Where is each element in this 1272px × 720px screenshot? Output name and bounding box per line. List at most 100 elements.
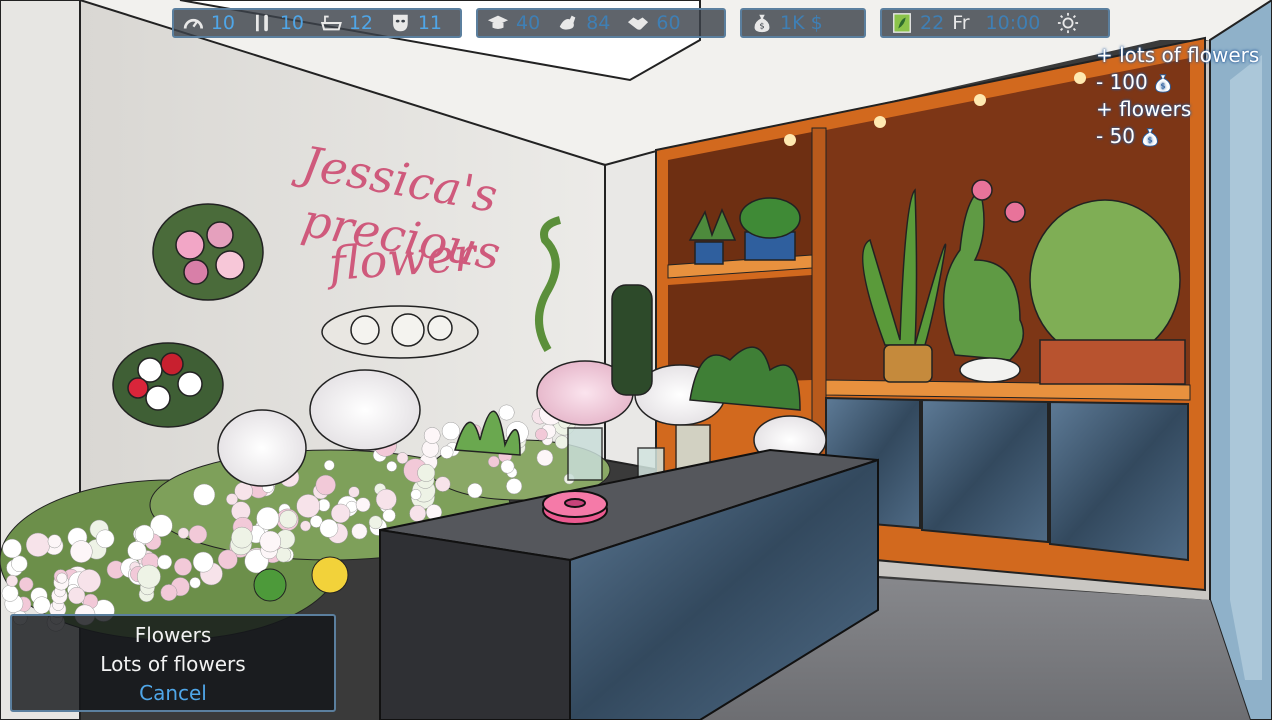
flower-bloom bbox=[319, 518, 339, 538]
flower-bloom bbox=[500, 459, 515, 474]
flower-bloom bbox=[127, 541, 147, 561]
education-value: 40 bbox=[516, 12, 541, 34]
flower-bloom bbox=[47, 534, 62, 549]
flower-bloom bbox=[275, 546, 292, 563]
flower-bloom bbox=[498, 404, 515, 421]
flower-bloom bbox=[348, 486, 360, 498]
flower-bloom bbox=[1, 584, 19, 602]
flower-bloom bbox=[487, 455, 500, 468]
flower-bloom bbox=[2, 538, 22, 559]
calendar-bar: 22 Fr 10:00 bbox=[880, 8, 1110, 38]
flower-bloom bbox=[56, 572, 68, 584]
flower-bloom bbox=[375, 488, 397, 510]
notification-text: + lots of flowers bbox=[1096, 43, 1260, 67]
money-value: 1K $ bbox=[780, 12, 823, 34]
flower-bloom bbox=[174, 557, 192, 576]
hygiene-value: 12 bbox=[348, 12, 373, 34]
flower-bloom bbox=[95, 529, 115, 549]
flower-shop-scene: Jessica's precious flower bbox=[0, 0, 1272, 720]
flower-bloom bbox=[134, 524, 155, 545]
flower-bloom bbox=[137, 564, 161, 589]
choice-flowers[interactable]: Flowers bbox=[12, 621, 334, 650]
flower-bloom bbox=[279, 510, 298, 529]
choice-menu: Flowers Lots of flowers Cancel bbox=[10, 614, 336, 712]
flower-bloom bbox=[417, 463, 436, 482]
svg-text:$: $ bbox=[759, 21, 764, 31]
money-bag-icon: $ bbox=[754, 14, 770, 33]
flower-bloom bbox=[177, 527, 190, 539]
flower-bloom bbox=[189, 577, 201, 589]
flower-bloom bbox=[33, 596, 51, 614]
svg-text:$: $ bbox=[1160, 80, 1165, 90]
flower-bloom bbox=[396, 452, 409, 464]
flower-bloom bbox=[68, 587, 86, 605]
flower-bloom bbox=[409, 505, 427, 522]
shop-sign-line-3: flower bbox=[324, 227, 480, 292]
mood-value: 11 bbox=[417, 12, 442, 34]
flower-bloom bbox=[70, 540, 93, 563]
money-bag-icon: $ bbox=[1154, 73, 1171, 93]
flower-bloom bbox=[441, 422, 460, 441]
bathtub-icon bbox=[320, 15, 342, 31]
notification-text: + flowers bbox=[1096, 97, 1192, 121]
flower-bloom bbox=[382, 508, 396, 523]
theater-mask-icon bbox=[393, 14, 408, 32]
flower-bloom bbox=[555, 435, 569, 450]
food-value: 10 bbox=[279, 12, 304, 34]
flower-bloom bbox=[192, 551, 214, 573]
flexed-arm-icon bbox=[559, 15, 576, 30]
money-bar: $ 1K $ bbox=[740, 8, 866, 38]
clock-time: 10:00 bbox=[985, 12, 1041, 34]
calendar-leaf-icon bbox=[893, 13, 911, 33]
flower-bloom bbox=[435, 476, 451, 492]
svg-text:$: $ bbox=[1147, 134, 1152, 144]
choice-lots-of-flowers[interactable]: Lots of flowers bbox=[12, 650, 334, 679]
flower-bloom bbox=[193, 483, 216, 506]
flower-bloom bbox=[157, 554, 173, 570]
sun-icon bbox=[1058, 12, 1079, 34]
flower-bloom bbox=[231, 526, 253, 549]
flower-bloom bbox=[536, 449, 554, 467]
notification-log: + lots of flowers - 100 $ + flowers - 50… bbox=[1096, 42, 1259, 150]
flower-bloom bbox=[188, 525, 208, 544]
cancel-button[interactable]: Cancel bbox=[12, 679, 334, 708]
flower-bloom bbox=[18, 577, 34, 592]
flower-bloom bbox=[386, 461, 398, 472]
flower-bloom bbox=[440, 445, 454, 459]
skills-bar: 40 84 60 bbox=[476, 8, 726, 38]
notification-text: - 50 bbox=[1096, 124, 1136, 148]
flower-bloom bbox=[300, 520, 311, 532]
notification-item: + flowers bbox=[1096, 96, 1259, 123]
needs-bar: 10 10 12 11 bbox=[172, 8, 462, 38]
flower-bloom bbox=[410, 489, 422, 500]
calendar-day: 22 bbox=[920, 12, 945, 34]
flower-bloom bbox=[6, 574, 19, 587]
notification-text: - 100 bbox=[1096, 70, 1148, 94]
flower-bloom bbox=[296, 494, 321, 518]
flower-bloom bbox=[160, 584, 178, 602]
money-bag-icon: $ bbox=[1142, 127, 1158, 147]
notification-item: + lots of flowers bbox=[1096, 42, 1259, 69]
flower-bloom bbox=[467, 482, 483, 499]
flower-bloom bbox=[259, 530, 282, 553]
flower-bloom bbox=[330, 503, 351, 524]
graduation-cap-icon bbox=[487, 15, 509, 29]
fitness-value: 84 bbox=[586, 12, 611, 34]
social-value: 60 bbox=[656, 12, 681, 34]
flower-bloom bbox=[11, 555, 28, 573]
notification-item: - 50 $ bbox=[1096, 123, 1259, 150]
energy-gauge-icon bbox=[183, 18, 204, 29]
energy-value: 10 bbox=[210, 12, 235, 34]
flower-bloom bbox=[256, 506, 280, 530]
flower-bloom bbox=[355, 497, 371, 513]
notification-item: - 100 $ bbox=[1096, 69, 1259, 96]
flower-bloom bbox=[25, 532, 51, 557]
fork-knife-icon bbox=[255, 14, 268, 32]
flower-bloom bbox=[368, 515, 383, 530]
calendar-weekday: Fr bbox=[952, 12, 970, 34]
flower-bloom bbox=[323, 459, 335, 471]
handshake-icon bbox=[628, 17, 649, 30]
flower-bloom bbox=[423, 427, 441, 444]
flower-bloom bbox=[506, 478, 523, 495]
flower-bloom bbox=[226, 493, 238, 506]
